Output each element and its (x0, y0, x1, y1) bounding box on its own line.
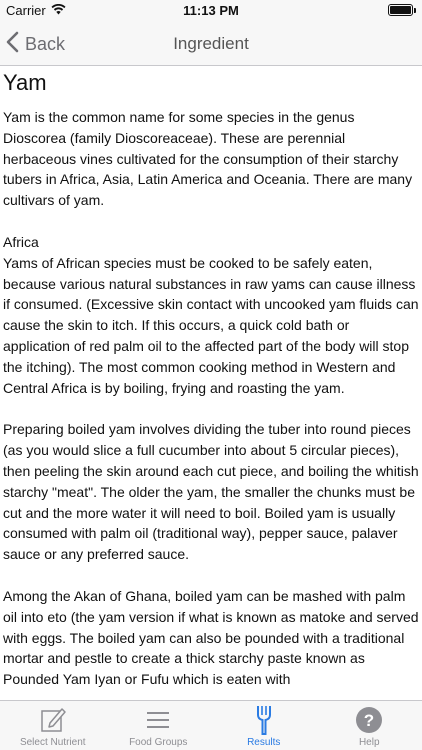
article-intro: Yam is the common name for some species … (3, 109, 413, 209)
article-content[interactable]: Yam Yam is the common name for some spec… (0, 66, 422, 700)
article-title: Yam (3, 70, 47, 95)
tab-label: Results (247, 737, 281, 748)
tab-help[interactable]: ? Help (317, 701, 422, 750)
back-label: Back (25, 33, 66, 54)
edit-icon (39, 705, 67, 735)
article-paragraph: Among the Akan of Ghana, boiled yam can … (3, 587, 419, 688)
list-icon (146, 705, 170, 735)
battery-icon (388, 4, 416, 16)
tab-label: Select Nutrient (19, 737, 86, 748)
back-button[interactable]: Back (6, 22, 65, 66)
article-paragraph: Preparing boiled yam involves dividing t… (3, 421, 419, 563)
article-paragraph: Yams of African species must be cooked t… (3, 254, 419, 396)
tab-select-nutrient[interactable]: Select Nutrient (0, 701, 106, 750)
fork-icon (256, 705, 272, 735)
section-heading: Africa (3, 233, 39, 250)
help-icon: ? (355, 705, 383, 735)
tab-results[interactable]: Results (211, 701, 317, 750)
navigation-bar: Back Ingredient (0, 22, 422, 66)
svg-text:?: ? (364, 711, 374, 730)
tab-label: Food Groups (129, 737, 188, 748)
tab-label: Help (358, 737, 380, 748)
status-time: 11:13 PM (183, 3, 239, 18)
status-bar: Carrier 11:13 PM (0, 0, 422, 22)
chevron-left-icon (6, 31, 19, 58)
tab-food-groups[interactable]: Food Groups (106, 701, 212, 750)
tab-bar: Select Nutrient Food Groups Results ? He… (0, 700, 422, 750)
